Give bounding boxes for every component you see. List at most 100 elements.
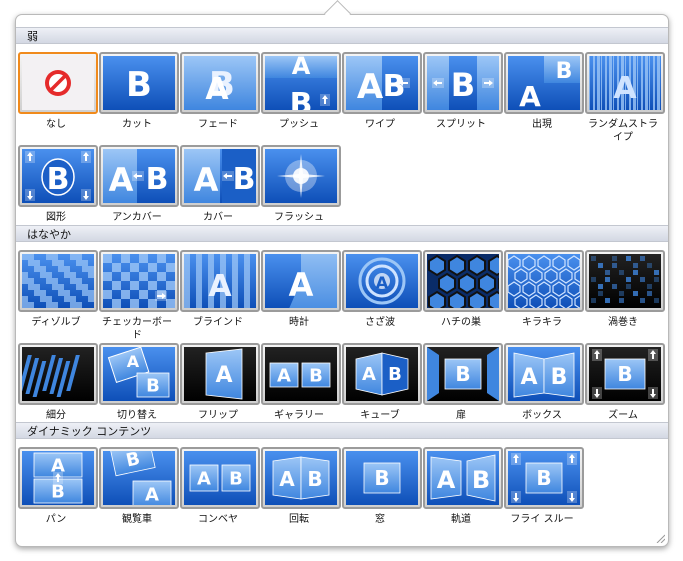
transition-thumbnail[interactable]: [585, 250, 665, 312]
transition-preview-icon: BA: [508, 56, 580, 110]
transition-tile[interactable]: A B 軌道: [423, 447, 503, 526]
transition-thumbnail[interactable]: [99, 250, 179, 312]
transition-label: 軌道: [451, 514, 471, 525]
transition-tile[interactable]: A B ボックス: [504, 343, 584, 422]
transition-tile[interactable]: A B カバー: [180, 145, 260, 224]
transition-picker-popover: 弱なし B カット B A フェード A B プッシュ A B ワイプ B スプリット B A 出現 A ランダムス…: [15, 14, 669, 547]
transition-thumbnail[interactable]: [18, 52, 98, 114]
transition-tile[interactable]: B スプリット: [423, 52, 503, 131]
svg-text:B: B: [388, 364, 402, 385]
transition-thumbnail[interactable]: [261, 145, 341, 207]
transition-label: カット: [122, 119, 152, 130]
transition-label: ディゾルブ: [31, 317, 81, 328]
transition-thumbnail[interactable]: BA: [504, 52, 584, 114]
transition-thumbnail[interactable]: [18, 250, 98, 312]
transition-thumbnail[interactable]: [504, 250, 584, 312]
transition-label: コンベヤ: [198, 514, 238, 525]
transition-tile[interactable]: 渦巻き: [585, 250, 665, 329]
transition-label: 図形: [46, 212, 66, 223]
transition-label: ワイプ: [365, 119, 395, 130]
transition-thumbnail[interactable]: A: [342, 250, 422, 312]
transition-thumbnail[interactable]: A: [585, 52, 665, 114]
transition-thumbnail[interactable]: AB: [261, 52, 341, 114]
transition-thumbnail[interactable]: AB: [342, 52, 422, 114]
transition-preview-icon: AB: [265, 347, 337, 401]
transition-label: パン: [45, 514, 67, 525]
transition-tile[interactable]: A B 回転: [261, 447, 341, 526]
transition-tile[interactable]: A B ギャラリー: [261, 343, 341, 422]
svg-text:B: B: [47, 162, 70, 197]
transition-preview-icon: [265, 149, 337, 203]
transition-preview-icon: A: [346, 254, 418, 308]
svg-text:A: A: [437, 466, 456, 494]
transition-thumbnail[interactable]: B: [423, 343, 503, 405]
transition-tile[interactable]: B A 出現: [504, 52, 584, 131]
transition-tile[interactable]: 細分: [18, 343, 98, 422]
transition-tile[interactable]: A フリップ: [180, 343, 260, 422]
transition-tile[interactable]: B A フェード: [180, 52, 260, 131]
transition-tile[interactable]: A さざ波: [342, 250, 422, 329]
svg-text:B: B: [551, 365, 568, 390]
transition-tile[interactable]: チェッカーボード: [99, 250, 179, 342]
transition-tile[interactable]: A 時計: [261, 250, 341, 329]
transition-tile[interactable]: A B コンベヤ: [180, 447, 260, 526]
svg-text:B: B: [451, 66, 475, 104]
transition-thumbnail[interactable]: B: [423, 52, 503, 114]
transition-tile[interactable]: A B 切り替え: [99, 343, 179, 422]
svg-text:A: A: [613, 71, 637, 106]
transition-thumbnail[interactable]: B: [342, 447, 422, 509]
transition-thumbnail[interactable]: AB: [504, 343, 584, 405]
transition-tile[interactable]: B カット: [99, 52, 179, 131]
transition-tile[interactable]: B A 観覧車: [99, 447, 179, 526]
transition-tile[interactable]: ディゾルブ: [18, 250, 98, 329]
transition-thumbnail[interactable]: BA: [99, 447, 179, 509]
svg-text:A: A: [279, 467, 295, 491]
transition-tile[interactable]: A ランダムストライプ: [585, 52, 665, 144]
transition-label: なし: [46, 119, 66, 130]
transition-thumbnail[interactable]: B: [504, 447, 584, 509]
transition-tile[interactable]: なし: [18, 52, 98, 131]
transition-label: キラキラ: [522, 317, 562, 328]
transition-tile[interactable]: フラッシュ: [261, 145, 341, 224]
transition-tile[interactable]: B ズーム: [585, 343, 665, 422]
transition-thumbnail[interactable]: AB: [180, 145, 260, 207]
transition-thumbnail[interactable]: AB: [423, 447, 503, 509]
transition-thumbnail[interactable]: AB: [261, 343, 341, 405]
transition-thumbnail[interactable]: AB: [18, 447, 98, 509]
transition-thumbnail[interactable]: AB: [342, 343, 422, 405]
transition-thumbnail[interactable]: A: [261, 250, 341, 312]
transition-thumbnail[interactable]: B: [18, 145, 98, 207]
svg-text:B: B: [126, 65, 152, 105]
transition-tile[interactable]: A B キューブ: [342, 343, 422, 422]
transition-preview-icon: A: [184, 347, 256, 401]
section-header: 弱: [16, 27, 668, 44]
transition-preview-icon: [589, 254, 661, 308]
transition-thumbnail[interactable]: [423, 250, 503, 312]
transition-tile[interactable]: キラキラ: [504, 250, 584, 329]
transition-tile[interactable]: B 図形: [18, 145, 98, 224]
resize-grip-icon[interactable]: [655, 533, 665, 543]
svg-text:B: B: [374, 466, 389, 490]
transition-tile[interactable]: A ブラインド: [180, 250, 260, 329]
transition-tile[interactable]: A B ワイプ: [342, 52, 422, 131]
transition-tile[interactable]: B窓: [342, 447, 422, 526]
transition-tile[interactable]: A B アンカバー: [99, 145, 179, 224]
transition-thumbnail[interactable]: AB: [99, 145, 179, 207]
transition-tile[interactable]: ハチの巣: [423, 250, 503, 329]
transition-thumbnail[interactable]: AB: [99, 343, 179, 405]
transition-thumbnail[interactable]: AB: [261, 447, 341, 509]
transition-preview-icon: A: [265, 254, 337, 308]
transition-thumbnail[interactable]: A: [180, 343, 260, 405]
transition-thumbnail[interactable]: B: [585, 343, 665, 405]
transition-tile[interactable]: B フライ スルー: [504, 447, 584, 526]
transition-thumbnail[interactable]: AB: [180, 447, 260, 509]
transition-thumbnail[interactable]: B: [99, 52, 179, 114]
transition-label: 回転: [289, 514, 309, 525]
transition-tile[interactable]: A B パン: [18, 447, 98, 526]
transition-thumbnail[interactable]: [18, 343, 98, 405]
transition-tile[interactable]: A B プッシュ: [261, 52, 341, 131]
transition-thumbnail[interactable]: BA: [180, 52, 260, 114]
transition-label: さざ波: [365, 317, 395, 328]
transition-thumbnail[interactable]: A: [180, 250, 260, 312]
transition-tile[interactable]: B扉: [423, 343, 503, 422]
